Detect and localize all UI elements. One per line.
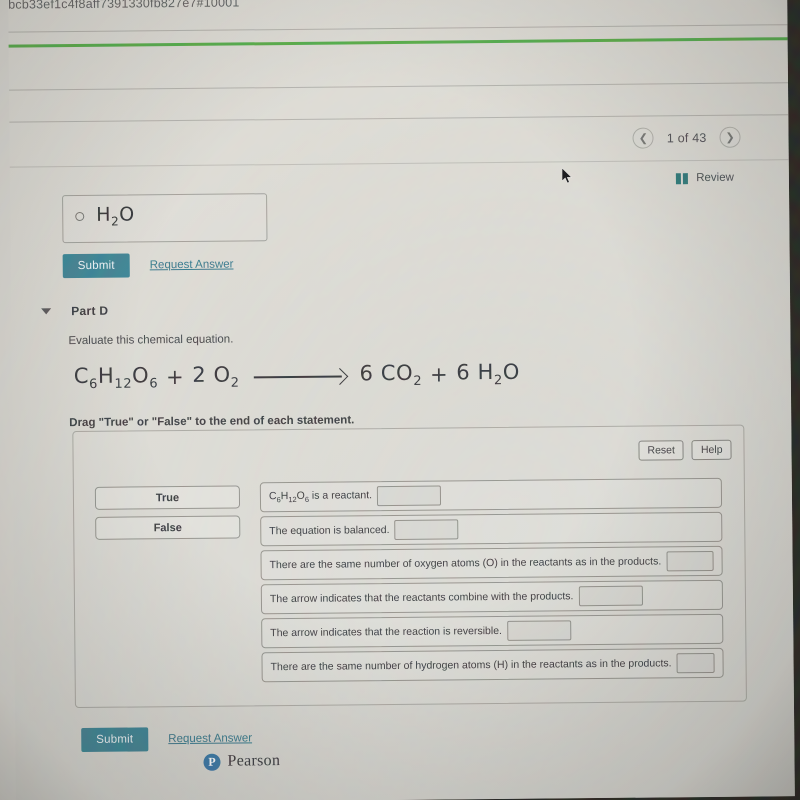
help-button[interactable]: Help [691,439,732,461]
chemical-equation: C6H12O6 + 2 O2 6 CO2 + 6 H2O [74,360,520,392]
drop-target[interactable] [376,485,442,507]
answer-formula: H2O [96,203,135,229]
review-label: Review [696,171,734,185]
photographed-screen: bcb33ef1c4f8aff7391330fb827e7#10001 ❮ 1 … [0,0,800,800]
reaction-arrow-icon [254,369,346,384]
statement-row: C6H12O6 is a reactant. [259,477,723,513]
request-answer-link-part-d[interactable]: Request Answer [168,732,252,745]
drag-tile-false[interactable]: False [95,515,241,540]
statement-row: There are the same number of hydrogen at… [261,647,724,683]
drop-target[interactable] [666,550,714,572]
statement-text: The arrow indicates that the reactants c… [269,590,574,606]
equation-plus-2: + [429,362,449,387]
statement-text: There are the same number of hydrogen at… [270,657,672,674]
drop-target[interactable] [578,585,643,607]
equation-reactant-oxygen: 2 O2 [192,362,240,391]
equation-product-water: 6 H2O [456,359,521,389]
pearson-wordmark: Pearson [227,752,281,770]
page-counter-label: 1 of 43 [666,130,707,145]
answer-choice[interactable]: H2O [75,203,135,228]
caret-down-icon[interactable] [41,308,52,315]
browser-page: bcb33ef1c4f8aff7391330fb827e7#10001 ❮ 1 … [8,0,795,800]
part-d-header[interactable]: Part D [41,304,108,319]
statement-row: The arrow indicates that the reaction is… [261,613,724,649]
part-prompt: Evaluate this chemical equation. [68,333,234,348]
url-fragment-text: bcb33ef1c4f8aff7391330fb827e7#10001 [8,0,240,12]
request-answer-link-part-c[interactable]: Request Answer [150,259,234,272]
chrome-divider-third [9,114,789,123]
statement-text: There are the same number of oxygen atom… [269,555,662,572]
statement-text: The equation is balanced. [269,524,390,538]
chrome-divider-top [8,24,788,33]
previous-part-actions: Submit Request Answer [62,253,234,279]
chrome-divider-second [9,82,789,91]
part-title: Part D [71,303,109,319]
drag-drop-panel: Reset Help True False C6H12O6 is a react… [72,424,747,709]
statement-list: C6H12O6 is a reactant. The equation is b… [259,477,724,683]
submit-button-part-c[interactable]: Submit [62,253,130,279]
monitor-screen: bcb33ef1c4f8aff7391330fb827e7#10001 ❮ 1 … [0,0,795,800]
progress-bar-green [8,37,788,48]
reset-button[interactable]: Reset [638,440,685,461]
drag-instruction: Drag "True" or "False" to the end of eac… [69,414,355,430]
statement-row: The arrow indicates that the reactants c… [260,579,724,615]
drop-target[interactable] [394,519,459,540]
drag-tile-true[interactable]: True [94,485,241,510]
book-icon [676,172,689,184]
statement-text: The arrow indicates that the reaction is… [270,624,503,640]
equation-plus-1: + [165,365,185,390]
previous-page-button[interactable]: ❮ [632,127,654,149]
header-divider [9,159,789,168]
review-link[interactable]: Review [676,172,734,185]
submit-button-part-d[interactable]: Submit [81,727,149,753]
drop-target[interactable] [676,652,715,674]
part-d-actions: Submit Request Answer [81,726,252,753]
statement-text: C6H12O6 is a reactant. [268,489,373,505]
drop-target[interactable] [506,620,572,641]
equation-reactant-glucose: C6H12O6 [73,363,159,393]
next-page-button[interactable]: ❯ [719,126,741,148]
draggable-tiles: True False [94,485,241,540]
pagination: ❮ 1 of 43 ❯ [632,126,741,149]
equation-product-co2: 6 CO2 [359,360,423,389]
pearson-logo: P Pearson [203,752,280,771]
radio-button-icon[interactable] [75,211,85,221]
previous-answer-box: H2O [62,193,268,244]
pearson-mark-icon: P [203,753,221,771]
statement-row: The equation is balanced. [260,511,723,547]
panel-tools: Reset Help [638,439,732,461]
statement-row: There are the same number of oxygen atom… [260,545,723,581]
